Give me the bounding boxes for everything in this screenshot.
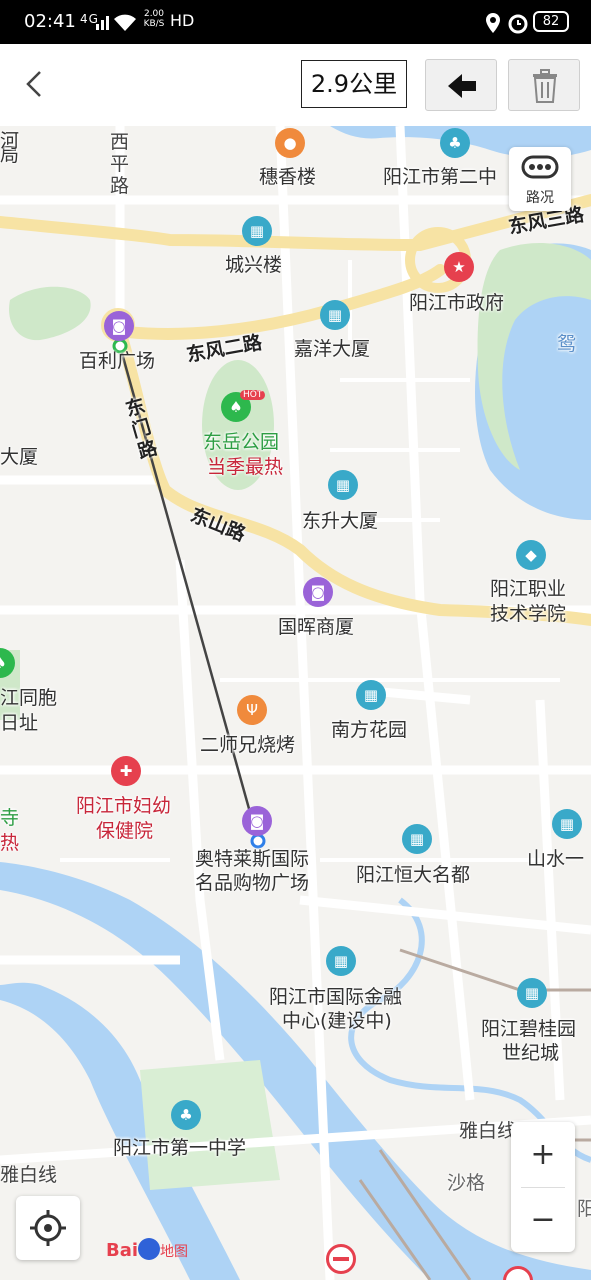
park-west bbox=[9, 286, 91, 341]
place-label[interactable]: 二师兄烧烤 bbox=[200, 730, 295, 757]
hospital-cross-icon[interactable]: ✚ bbox=[111, 756, 141, 786]
place-label[interactable]: 奥特莱斯国际 bbox=[195, 844, 309, 871]
place-label[interactable]: 南方花园 bbox=[331, 715, 407, 742]
road-label: 雅白线 bbox=[0, 1164, 58, 1186]
alarm-icon bbox=[508, 14, 528, 34]
place-label[interactable]: 城兴楼 bbox=[225, 250, 282, 277]
food-icon[interactable]: Ψ bbox=[237, 695, 267, 725]
place-label[interactable]: 阳江市妇幼 bbox=[76, 791, 171, 818]
building-icon[interactable]: ▦ bbox=[242, 216, 272, 246]
place-label[interactable]: 中心(建设中) bbox=[282, 1006, 392, 1033]
building-icon[interactable]: ▦ bbox=[356, 680, 386, 710]
top-toolbar: 2.9公里 bbox=[0, 44, 591, 126]
building-icon[interactable]: ▦ bbox=[552, 809, 582, 839]
location-status-icon bbox=[486, 13, 500, 33]
traffic-label: 路况 bbox=[526, 190, 554, 206]
place-label[interactable]: 阳江恒大名都 bbox=[356, 860, 470, 887]
place-label[interactable]: 鸳 bbox=[557, 329, 576, 356]
place-label[interactable]: 阳江碧桂园 bbox=[481, 1014, 576, 1041]
place-label[interactable]: 寺 bbox=[0, 803, 19, 830]
college-icon[interactable]: ◆ bbox=[516, 540, 546, 570]
status-time: 02:41 bbox=[24, 11, 76, 32]
paw-icon bbox=[138, 1238, 161, 1260]
signal-icon bbox=[96, 16, 109, 30]
school-icon[interactable]: ♣ bbox=[171, 1100, 201, 1130]
place-label[interactable]: 河 bbox=[0, 126, 19, 153]
traffic-button[interactable]: 路况 bbox=[509, 147, 571, 211]
place-label[interactable]: 名品购物广场 bbox=[195, 868, 309, 895]
building-icon[interactable]: ▦ bbox=[517, 978, 547, 1008]
left-arrow-icon bbox=[448, 74, 476, 98]
restaurant-icon[interactable]: ● bbox=[275, 128, 305, 158]
place-tag: 热 bbox=[0, 832, 20, 854]
back-arrow-icon[interactable] bbox=[14, 64, 54, 104]
shopping-bag-icon[interactable]: ◙ bbox=[303, 577, 333, 607]
locate-button[interactable] bbox=[16, 1196, 80, 1260]
place-label[interactable]: 沙格 bbox=[447, 1168, 485, 1195]
hot-badge: HOT bbox=[240, 390, 266, 400]
road-label: 西 平 路 bbox=[110, 131, 130, 197]
zoom-out-button[interactable]: − bbox=[511, 1187, 575, 1252]
place-label[interactable]: 山水一 bbox=[527, 844, 584, 871]
network-speed: 2.00 KB/S bbox=[143, 9, 165, 29]
building-icon[interactable]: ▦ bbox=[328, 470, 358, 500]
place-tag: 当季最热 bbox=[207, 456, 284, 478]
baidu-logo: Bai 地图 bbox=[106, 1238, 189, 1261]
place-label[interactable]: 技术学院 bbox=[490, 599, 566, 626]
government-star-icon[interactable]: ★ bbox=[444, 252, 474, 282]
place-label[interactable]: 国晖商厦 bbox=[278, 612, 354, 639]
place-label[interactable]: 世纪城 bbox=[502, 1038, 559, 1065]
undo-button[interactable] bbox=[425, 59, 497, 111]
trash-icon bbox=[533, 69, 557, 103]
shopping-bag-icon[interactable]: ◙ bbox=[242, 806, 272, 836]
place-label[interactable]: 大厦 bbox=[0, 442, 38, 469]
zoom-in-button[interactable]: + bbox=[511, 1122, 575, 1187]
place-label[interactable]: 嘉洋大厦 bbox=[294, 334, 370, 361]
status-bar: 02:41 4G 2.00 KB/S HD 82 bbox=[0, 0, 591, 44]
place-label[interactable]: 东岳公园 bbox=[203, 427, 279, 454]
zoom-control: + − bbox=[511, 1122, 575, 1252]
map-view[interactable]: ● ♣ ▦ ★ ◙ ▦ ♠ HOT ▦ ◆ ◙ ▦ Ψ ✚ ◙ ▦ ▦ ▦ ▦ … bbox=[0, 126, 591, 1280]
zoom-out-icon: − bbox=[530, 1202, 556, 1237]
battery-level: 82 bbox=[533, 11, 569, 32]
logo-text: 地图 bbox=[160, 1244, 189, 1260]
place-label[interactable]: 阳江市第一中学 bbox=[113, 1133, 246, 1160]
place-label[interactable]: 阳江市第二中 bbox=[383, 162, 497, 189]
place-label[interactable]: 江同胞 bbox=[0, 683, 57, 710]
hd-indicator: HD bbox=[170, 11, 195, 30]
place-label[interactable]: 阳江职业 bbox=[490, 574, 566, 601]
no-entry-icon bbox=[326, 1244, 356, 1274]
building-icon[interactable]: ▦ bbox=[320, 300, 350, 330]
place-label[interactable]: 东升大厦 bbox=[302, 506, 378, 533]
building-icon[interactable]: ▦ bbox=[402, 824, 432, 854]
shopping-bag-icon[interactable]: ◙ bbox=[104, 311, 134, 341]
park-south bbox=[140, 1060, 280, 1190]
map-screen: 02:41 4G 2.00 KB/S HD 82 2.9公里 ● ♣ ▦ ★ ◙… bbox=[0, 0, 591, 1280]
place-label[interactable]: 阳江市政府 bbox=[409, 288, 504, 315]
place-label[interactable]: 日址 bbox=[0, 708, 38, 735]
place-label[interactable]: 百利广场 bbox=[79, 346, 155, 373]
place-label[interactable]: 穗香楼 bbox=[259, 162, 316, 189]
school-icon[interactable]: ♣ bbox=[440, 128, 470, 158]
clear-button[interactable] bbox=[508, 59, 580, 111]
place-label[interactable]: 保健院 bbox=[96, 816, 153, 843]
zoom-in-icon: + bbox=[530, 1137, 556, 1172]
building-icon[interactable]: ▦ bbox=[326, 946, 356, 976]
wifi-icon bbox=[114, 14, 136, 31]
locate-icon bbox=[30, 1210, 66, 1246]
traffic-icon bbox=[521, 155, 559, 179]
road-label: 雅白线 bbox=[459, 1120, 517, 1142]
distance-display: 2.9公里 bbox=[301, 60, 407, 108]
place-label[interactable]: 阳江市国际金融 bbox=[269, 982, 402, 1009]
place-label[interactable]: 阳 bbox=[577, 1194, 591, 1221]
